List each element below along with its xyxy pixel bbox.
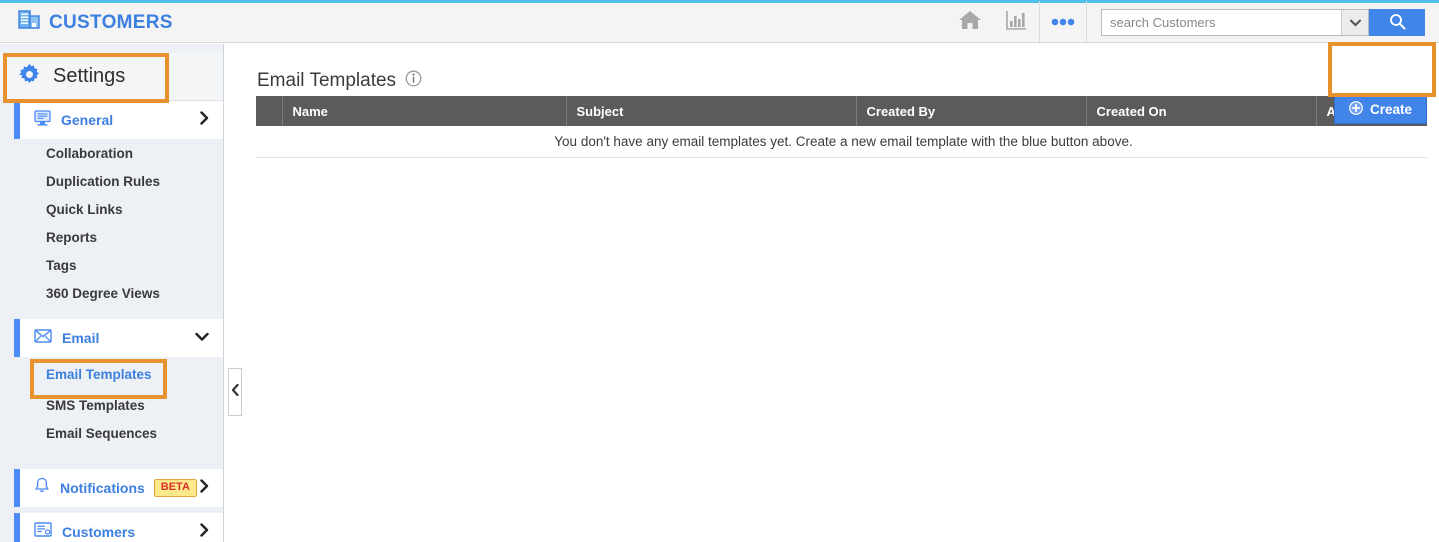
reports-button[interactable] <box>993 1 1039 44</box>
page-header: Email Templates <box>225 44 1439 96</box>
chevron-down-icon <box>1349 14 1361 32</box>
sidebar-item-collaboration[interactable]: Collaboration <box>0 139 223 167</box>
email-templates-table-wrap: Name Subject Created By Created On Actio… <box>256 96 1427 158</box>
search-scope-dropdown[interactable] <box>1341 10 1368 35</box>
plus-circle-icon <box>1349 101 1363 118</box>
brand[interactable]: CUSTOMERS <box>18 10 173 35</box>
page-title: Email Templates <box>257 69 397 91</box>
app-root: CUSTOMERS search Customers Settings Gene… <box>0 0 1439 542</box>
sidebar-subitem-label: Tags <box>46 257 77 273</box>
envelope-icon <box>34 328 52 348</box>
monitor-icon <box>34 109 51 131</box>
column-header-created-on[interactable]: Created On <box>1086 96 1317 126</box>
app-header: CUSTOMERS <box>0 1 1439 44</box>
building-icon <box>18 10 40 35</box>
table-empty-row: You don't have any email templates yet. … <box>256 126 1427 157</box>
info-icon[interactable] <box>405 70 422 92</box>
contact-card-icon <box>34 522 52 542</box>
search-icon <box>1389 13 1406 33</box>
header-divider-2 <box>1086 1 1087 44</box>
nav-group-general: General Collaboration Duplication Rules … <box>0 101 223 307</box>
table-head: Name Subject Created By Created On Actio… <box>256 96 1427 126</box>
sidebar-title: Settings <box>53 65 126 87</box>
sidebar-item-notifications[interactable]: Notifications BETA <box>14 469 223 507</box>
chevron-down-icon <box>195 329 209 347</box>
chevron-left-icon <box>231 383 239 401</box>
empty-state-message: You don't have any email templates yet. … <box>554 133 1133 149</box>
brand-title: CUSTOMERS <box>49 11 173 33</box>
sidebar-item-label: Customers <box>62 524 136 540</box>
global-search <box>1101 9 1425 36</box>
gear-icon <box>18 63 41 91</box>
sidebar-item-email-templates[interactable]: Email Templates <box>0 357 223 391</box>
column-header-handle <box>256 96 283 126</box>
search-input[interactable] <box>1102 10 1341 35</box>
home-button[interactable] <box>947 1 993 44</box>
sidebar-item-360-degree-views[interactable]: 360 Degree Views <box>0 279 223 307</box>
sidebar-subitem-label: Quick Links <box>46 201 123 217</box>
home-icon <box>957 9 983 36</box>
search-box[interactable] <box>1101 9 1369 36</box>
bar-chart-icon <box>1005 9 1027 36</box>
sidebar-subitem-label: Duplication Rules <box>46 173 161 189</box>
chevron-right-icon <box>200 522 209 542</box>
more-dots-icon <box>1050 14 1076 32</box>
sidebar-item-email-sequences[interactable]: Email Sequences <box>0 419 223 447</box>
sidebar-item-email[interactable]: Email <box>14 319 223 357</box>
sidebar-subitem-label: Collaboration <box>46 145 133 161</box>
chevron-right-icon <box>200 478 209 498</box>
nav-group-customers: Customers <box>0 513 223 542</box>
sidebar-item-customers[interactable]: Customers <box>14 513 223 542</box>
column-header-name[interactable]: Name <box>282 96 567 126</box>
status-badge-beta: BETA <box>153 479 197 497</box>
sidebar-subitem-label: SMS Templates <box>46 397 145 413</box>
create-button[interactable]: Create <box>1334 95 1427 124</box>
create-button-label: Create <box>1369 102 1413 117</box>
chevron-right-icon <box>200 110 209 130</box>
sidebar-subitem-label: Email Templates <box>46 366 152 382</box>
sidebar-title-row[interactable]: Settings <box>0 53 223 101</box>
sidebar-subitem-label: Email Sequences <box>46 425 158 441</box>
search-submit-button[interactable] <box>1369 9 1425 36</box>
sidebar-item-tags[interactable]: Tags <box>0 251 223 279</box>
sidebar-item-quick-links[interactable]: Quick Links <box>0 195 223 223</box>
sidebar-item-label: Email <box>62 330 100 346</box>
nav-group-notifications: Notifications BETA <box>0 469 223 507</box>
settings-sidebar: Settings General Collaboration Duplicati… <box>0 44 224 542</box>
sidebar-item-duplication-rules[interactable]: Duplication Rules <box>0 167 223 195</box>
email-templates-table: Name Subject Created By Created On Actio… <box>256 96 1427 158</box>
sidebar-collapse-handle[interactable] <box>228 368 242 416</box>
sidebar-subitem-label: Reports <box>46 229 98 245</box>
bell-icon <box>34 477 50 499</box>
table-header-row: Name Subject Created By Created On Actio… <box>256 96 1427 126</box>
empty-state-cell: You don't have any email templates yet. … <box>256 126 1427 157</box>
sidebar-item-sms-templates[interactable]: SMS Templates <box>0 391 223 419</box>
sidebar-item-label: Notifications <box>60 480 145 496</box>
table-body: You don't have any email templates yet. … <box>256 126 1427 157</box>
sidebar-item-reports[interactable]: Reports <box>0 223 223 251</box>
nav-group-email: Email Email Templates SMS Templates Emai… <box>0 319 223 447</box>
column-header-created-by[interactable]: Created By <box>856 96 1087 126</box>
sidebar-item-general[interactable]: General <box>14 101 223 139</box>
column-header-subject[interactable]: Subject <box>566 96 857 126</box>
more-menu-button[interactable] <box>1040 1 1086 44</box>
sidebar-subitem-label: 360 Degree Views <box>46 285 160 301</box>
sidebar-item-label: General <box>61 112 114 128</box>
main-content: Email Templates Create Name Subject Crea… <box>225 44 1439 542</box>
